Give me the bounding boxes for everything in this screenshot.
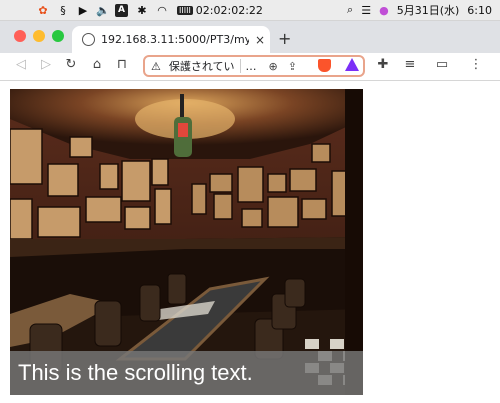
menu-icon[interactable]: ⋮ [467,57,485,72]
extensions-icon[interactable]: ✚ [374,57,392,72]
siri-icon[interactable]: ● [379,4,389,17]
globe-icon [82,33,95,46]
brave-shields-icon[interactable] [318,59,331,72]
zoom-window-button[interactable] [52,30,64,42]
address-bar[interactable]: ⚠ 保護されてい … ⊕ ⇪ [143,55,365,77]
home-icon[interactable]: ⌂ [88,57,106,72]
wallet-icon[interactable]: ▭ [433,57,451,72]
close-tab-icon[interactable]: × [255,33,265,47]
browser-tab-bar: 192.168.3.11:5000/PT3/myKINP × + [0,21,500,53]
wifi-icon[interactable]: ◠ [153,2,171,18]
control-center-icon[interactable]: ☰ [361,4,371,17]
search-icon[interactable]: ⌕ [347,3,353,17]
url-ellipsis[interactable]: … [246,60,257,73]
menubar-clock[interactable]: IIIII 02:02:02:22 [177,4,263,17]
clock-time: 02:02:02:22 [195,3,263,17]
active-tab[interactable]: 192.168.3.11:5000/PT3/myKINP × [72,26,270,53]
menubar-time[interactable]: 6:10 [467,4,492,17]
menubar-date[interactable]: 5月31日(水) [397,2,460,18]
page-scrollbar[interactable] [494,81,500,403]
new-tab-button[interactable]: + [278,29,291,48]
bookmark-icon[interactable]: ⊓ [113,57,131,72]
clock-indicator: IIIII [177,5,193,15]
app-status-icon[interactable]: ✿ [34,2,52,18]
play-circle-icon[interactable]: ▶ [74,2,92,18]
system-menu-bar: ✿ § ▶ 🔈 A ✱ ◠ IIIII 02:02:02:22 ⌕ ☰ ● 5月… [0,0,500,21]
browser-toolbar: ◁ ▷ ↻ ⌂ ⊓ ⚠ 保護されてい … ⊕ ⇪ ✚ ≡ ▭ ⋮ [0,53,500,81]
input-source-indicator[interactable]: A [115,3,128,17]
security-status-label[interactable]: 保護されてい [169,58,235,74]
script-icon[interactable]: § [54,2,72,18]
brave-rewards-icon[interactable] [345,58,359,71]
divider [239,59,241,73]
close-window-button[interactable] [14,30,26,42]
page-content: This is the scrolling text. [0,81,500,403]
restaurant-photo [10,89,363,395]
volume-icon[interactable]: 🔈 [94,2,112,18]
zoom-icon[interactable]: ⊕ [269,60,278,73]
scrolling-text-caption: This is the scrolling text. [10,351,363,395]
reload-icon[interactable]: ↻ [62,57,80,72]
bluetooth-icon[interactable]: ✱ [133,2,151,18]
back-arrow-icon[interactable]: ◁ [12,57,30,72]
warning-icon[interactable]: ⚠ [151,60,161,73]
minimize-window-button[interactable] [33,30,45,42]
share-icon[interactable]: ⇪ [288,60,297,73]
tab-title: 192.168.3.11:5000/PT3/myKINP [101,33,249,46]
playlist-icon[interactable]: ≡ [401,57,419,72]
forward-arrow-icon[interactable]: ▷ [37,57,55,72]
